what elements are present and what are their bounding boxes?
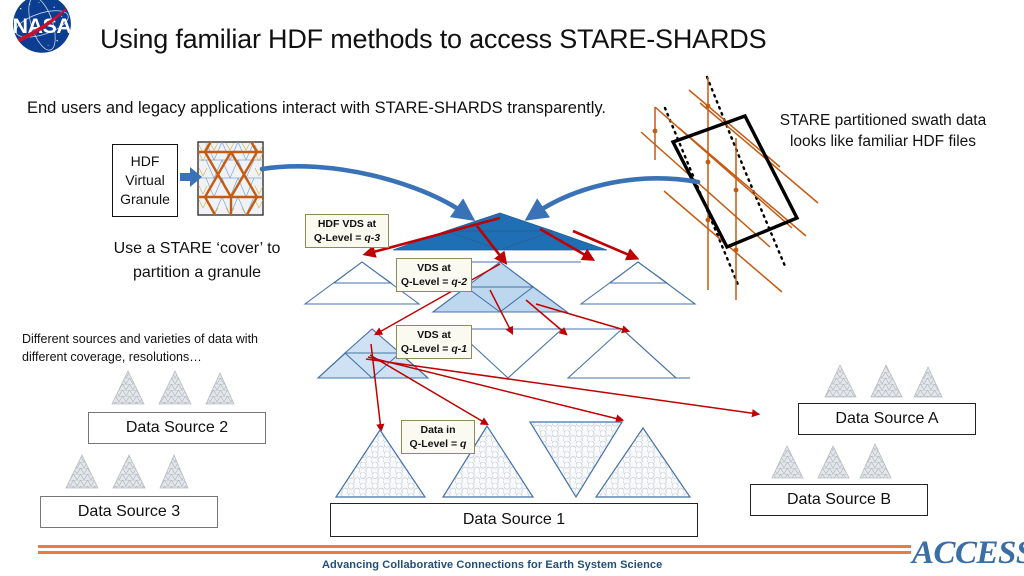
triangle-row-level-q1 [316,328,690,379]
callout-q1-prefix: Q-Level = [400,343,452,355]
hdf-virtual-granule-box: HDF Virtual Granule [112,144,178,217]
callout-q3-line-1: HDF VDS at [317,218,377,230]
callout-q2-prefix: Q-Level = [400,276,452,288]
data-triangles-source-1 [334,421,692,499]
hdf-vg-line-2: Virtual [125,172,165,188]
mesh-triangles-source-3 [65,453,189,489]
varieties-caption-line-2: different coverage, resolutions… [22,350,202,364]
footer-rule-top [38,545,911,548]
callout-q3-line-2: Q-Level = q-3 [314,231,380,245]
blue-curved-arrow-right [524,176,701,221]
footer-tagline: Advancing Collaborative Connections for … [322,559,663,571]
varieties-caption: Different sources and varieties of data … [22,330,302,366]
callout-q2-line-2: Q-Level = q-2 [401,275,467,289]
callout-q0-prefix: Q-Level = [409,438,461,450]
mesh-triangles-source-b [771,443,892,479]
mesh-triangles-source-2 [111,370,235,405]
callout-q3-prefix: Q-Level = [313,232,365,244]
swath-caption-line-2: looks like familiar HDF files [789,133,977,150]
callout-hdf-vds-q3: HDF VDS at Q-Level = q-3 [305,214,389,248]
callout-q1-line-2: Q-Level = q-1 [401,342,467,356]
callout-q3-value: q-3 [364,232,381,244]
stare-cover-granule-tile [197,141,264,216]
cover-caption: Use a STARE ‘cover’ to partition a granu… [92,237,302,285]
data-source-b-box: Data Source B [750,484,928,516]
blue-flow-arrow-icon [180,167,202,187]
varieties-caption-line-1: Different sources and varieties of data … [22,332,259,346]
swath-caption: STARE partitioned swath data looks like … [753,110,1013,152]
triangle-row-level-q2 [303,261,697,313]
triangle-level-q3 [392,212,608,251]
callout-vds-q1: VDS at Q-Level = q-1 [396,325,472,359]
slide-canvas: NASA Using familiar HDF methods to acces… [0,0,1024,576]
data-source-1-box: Data Source 1 [330,503,698,537]
callout-q0-line-2: Q-Level = q [410,437,467,451]
data-source-2-box: Data Source 2 [88,412,266,444]
access-brand-logo: ACCESS [912,535,1024,571]
nasa-logo: NASA [4,0,80,68]
callout-q2-value: q-2 [451,276,468,288]
footer-rule-bottom [38,551,911,554]
callout-q1-line-1: VDS at [417,329,451,341]
cover-caption-line-2: partition a granule [132,264,262,281]
callout-q2-line-1: VDS at [417,262,451,274]
cover-caption-line-1: Use a STARE ‘cover’ to [113,240,281,257]
lead-text: End users and legacy applications intera… [27,99,606,117]
callout-q0-line-1: Data in [420,424,456,436]
hdf-vg-line-3: Granule [120,191,170,207]
swath-caption-line-1: STARE partitioned swath data [779,112,987,129]
callout-vds-q2: VDS at Q-Level = q-2 [396,258,472,292]
callout-q0-value: q [460,438,467,450]
hdf-vg-line-1: HDF [130,153,160,169]
mesh-triangles-source-a [824,364,943,398]
callout-q1-value: q-1 [451,343,468,355]
data-source-a-box: Data Source A [798,403,976,435]
page-title: Using familiar HDF methods to access STA… [100,24,767,54]
data-source-3-box: Data Source 3 [40,496,218,528]
red-decomposition-arrows [362,216,640,265]
callout-data-q: Data in Q-Level = q [401,420,475,454]
blue-curved-arrow-left [259,164,476,221]
